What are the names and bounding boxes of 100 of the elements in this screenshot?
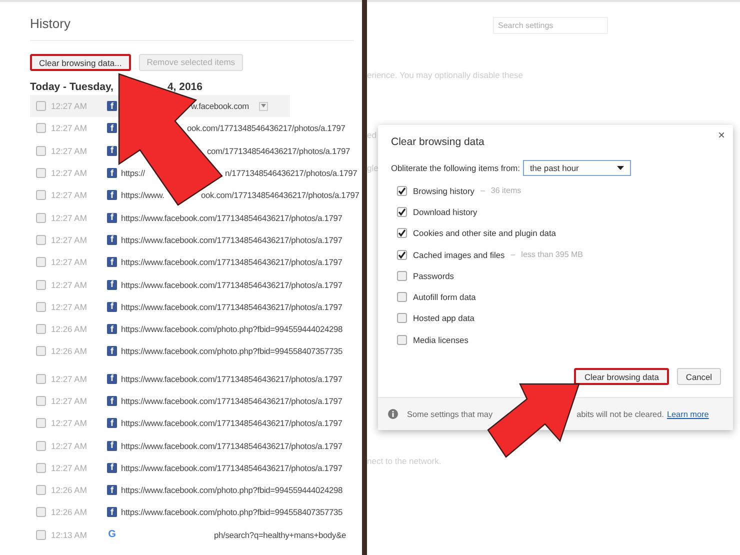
page-link[interactable]: w.facebook.com <box>191 101 249 112</box>
page-link[interactable]: https://www.facebook.com/1771348546436217/photos/a.1797 <box>121 212 342 223</box>
page-link[interactable]: https://www.facebook.com/1771348546436217/photos/a.1797 <box>121 280 342 290</box>
page-link[interactable]: https://www.facebook.com/photo.php?fbid=994558407357735 <box>121 346 343 356</box>
checkbox[interactable] <box>397 334 407 345</box>
clear-browsing-data-button[interactable]: Clear browsing data... <box>30 54 131 71</box>
visit-time: 12:26 AM <box>51 324 88 334</box>
option-label: Cookies and other site and plugin data <box>413 228 556 238</box>
option-label: Hosted app data <box>413 313 474 324</box>
visit-time: 12:27 AM <box>51 374 88 384</box>
page-link[interactable]: com/1771348546436217/photos/a.1797 <box>207 146 350 156</box>
checkbox[interactable] <box>397 186 407 196</box>
row-checkbox[interactable] <box>36 485 46 496</box>
time-range-dropdown[interactable]: the past hour <box>522 160 631 176</box>
row-checkbox[interactable] <box>36 168 46 178</box>
history-row[interactable]: 12:27 AM f https://www.facebook.com/1771348546436217/photos/a.1797 <box>30 296 362 318</box>
clear-data-button[interactable]: Clear browsing data <box>574 368 669 385</box>
row-checkbox[interactable] <box>36 234 46 245</box>
history-row[interactable]: 12:27 AM f https://www.facebook.com/1771348546436217/photos/a.1797 <box>30 390 362 412</box>
page-link[interactable]: https://www.facebook.com/photo.php?fbid=994558407357735 <box>121 507 343 518</box>
footer-note: abits will not be cleared. <box>576 410 664 418</box>
history-row[interactable]: 12:26 AM f https://www.facebook.com/photo.php?fbid=994559444024298 <box>30 479 362 502</box>
history-row[interactable]: 12:27 AM f https://www.facebook.com/1771348546436217/photos/a.1797 <box>30 434 362 457</box>
page-link[interactable]: n/1771348546436217/photos/a.1797 <box>225 168 358 178</box>
page-link[interactable]: ook.com/1771348546436217/photos/a.1797 <box>187 123 346 134</box>
page-link[interactable]: ph/search?q=healthy+mans+body&e <box>214 530 346 540</box>
row-checkbox[interactable] <box>36 346 46 356</box>
history-row[interactable]: 12:27 AM f https://www.facebook.com/1771348546436217/photos/a.1797 <box>30 412 362 434</box>
row-checkbox[interactable] <box>36 507 46 518</box>
visit-time: 12:27 AM <box>51 212 88 223</box>
page-link[interactable]: https://www.facebook.com/1771348546436217/photos/a.1797 <box>121 374 342 384</box>
checkbox[interactable] <box>397 228 407 238</box>
row-checkbox[interactable] <box>36 440 46 451</box>
row-menu-button[interactable] <box>258 102 268 111</box>
option-label: Passwords <box>413 270 454 281</box>
row-checkbox[interactable] <box>36 123 46 134</box>
page-link[interactable]: https://www. <box>121 190 164 200</box>
page-link[interactable]: https://www.facebook.com/1771348546436217/photos/a.1797 <box>121 418 342 428</box>
learn-more-link[interactable]: Learn more <box>666 410 709 418</box>
row-checkbox[interactable] <box>36 418 46 428</box>
row-checkbox[interactable] <box>36 101 46 112</box>
site-icon: f <box>107 101 117 112</box>
history-row[interactable]: 12:27 AM f https://www.facebook.com/1771348546436217/photos/a.1797 <box>30 456 362 480</box>
checkmark-icon <box>398 186 406 195</box>
checkbox[interactable] <box>397 270 407 281</box>
page-link[interactable]: https://www.facebook.com/1771348546436217/photos/a.1797 <box>121 257 342 268</box>
footer-note: Some settings that may <box>407 410 493 418</box>
history-row[interactable]: 12:27 AM f https://www.facebook.com/1771348546436217/photos/a.1797 <box>30 206 362 229</box>
history-row[interactable]: 12:27 AM f ook.com/1771348546436217/photos/a.1797 <box>30 117 362 140</box>
visit-time: 12:27 AM <box>51 302 88 312</box>
row-checkbox[interactable] <box>36 146 46 156</box>
site-icon: f <box>107 396 117 406</box>
close-button[interactable]: × <box>718 128 725 142</box>
page-link[interactable]: https://www.facebook.com/1771348546436217/photos/a.1797 <box>121 462 342 473</box>
visit-time: 12:27 AM <box>51 168 88 178</box>
row-checkbox[interactable] <box>36 257 46 268</box>
history-row[interactable]: 12:27 AM f https:// n/1771348546436217/photos/a.1797 <box>30 162 362 184</box>
row-checkbox[interactable] <box>36 324 46 334</box>
history-row[interactable]: 12:26 AM f https://www.facebook.com/photo.php?fbid=994558407357735 <box>30 340 362 363</box>
history-row[interactable]: 12:27 AM f https://www.facebook.com/1771348546436217/photos/a.1797 <box>30 228 362 252</box>
page-link[interactable]: ook.com/1771348546436217/photos/a.1797 <box>201 190 360 200</box>
row-checkbox[interactable] <box>36 530 46 540</box>
option-detail: less than 395 MB <box>521 250 583 260</box>
history-row[interactable]: 12:26 AM f https://www.facebook.com/photo.php?fbid=994558407357735 <box>30 501 362 524</box>
checkbox[interactable] <box>397 313 407 324</box>
row-checkbox[interactable] <box>36 212 46 223</box>
info-icon <box>388 409 398 419</box>
row-checkbox[interactable] <box>36 396 46 406</box>
history-row[interactable]: 12:27 AM f https://www.facebook.com/1771348546436217/photos/a.1797 <box>30 273 362 296</box>
history-row[interactable]: 12:27 AM f https://www.facebook.com/1771348546436217/photos/a.1797 <box>30 251 362 274</box>
range-label: Obliterate the following items from: <box>391 163 520 173</box>
history-row[interactable]: 12:27 AM f https://www. ook.com/1771348546436217/photos/a.1797 <box>30 184 362 206</box>
row-checkbox[interactable] <box>36 280 46 290</box>
history-row[interactable]: 12:26 AM f https://www.facebook.com/photo.php?fbid=994559444024298 <box>30 318 362 340</box>
page-link[interactable]: https://www.facebook.com/1771348546436217/photos/a.1797 <box>121 302 342 312</box>
site-icon: f <box>107 212 117 223</box>
checkbox[interactable] <box>397 206 407 217</box>
checkbox[interactable] <box>397 292 407 302</box>
page-link[interactable]: https://www.facebook.com/1771348546436217/photos/a.1797 <box>121 234 342 245</box>
page-link[interactable]: https://www.facebook.com/1771348546436217/photos/a.1797 <box>121 396 342 406</box>
row-checkbox[interactable] <box>36 190 46 200</box>
site-icon: f <box>107 190 117 200</box>
checkbox[interactable] <box>397 250 407 260</box>
page-link[interactable]: https://www.facebook.com/1771348546436217/photos/a.1797 <box>121 440 342 451</box>
page-link[interactable]: https://www.facebook.com/photo.php?fbid=994559444024298 <box>121 485 343 496</box>
site-icon: f <box>107 440 117 451</box>
visit-time: 12:27 AM <box>51 123 88 134</box>
site-icon: f <box>107 418 117 428</box>
row-checkbox[interactable] <box>36 462 46 473</box>
option-label: Autofill form data <box>413 292 476 302</box>
site-icon: G <box>107 530 117 540</box>
history-row[interactable]: 12:27 AM f https://www.facebook.com/1771348546436217/photos/a.1797 <box>30 368 362 390</box>
history-row[interactable]: 12:27 AM f com/1771348546436217/photos/a.1797 <box>30 140 362 162</box>
row-checkbox[interactable] <box>36 302 46 312</box>
history-row[interactable]: 12:13 AM G ph/search?q=healthy+mans+body&e <box>30 524 362 546</box>
search-field[interactable]: Search settings <box>493 17 608 34</box>
page-link[interactable]: https:// <box>121 168 145 178</box>
row-checkbox[interactable] <box>36 374 46 384</box>
page-link[interactable]: https://www.facebook.com/photo.php?fbid=994559444024298 <box>121 324 343 334</box>
cancel-button[interactable]: Cancel <box>676 368 721 385</box>
